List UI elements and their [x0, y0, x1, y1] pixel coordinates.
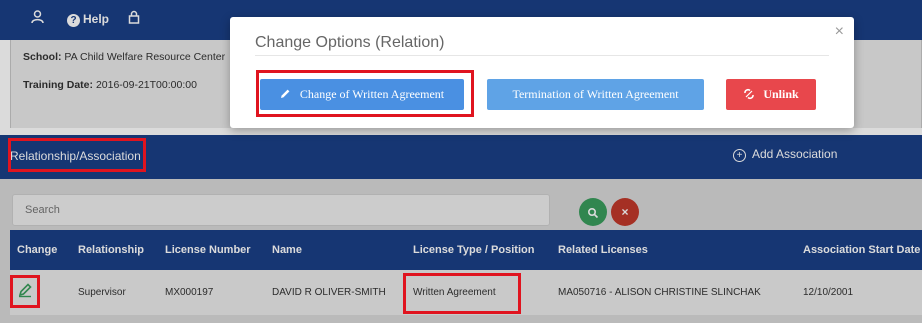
pencil-icon: [280, 89, 290, 98]
change-written-agreement-label: Change of Written Agreement: [299, 87, 445, 101]
termination-written-agreement-button[interactable]: Termination of Written Agreement: [487, 79, 704, 110]
unlink-button[interactable]: Unlink: [726, 79, 816, 110]
modal-title: Change Options (Relation): [255, 34, 445, 51]
modal-divider: [255, 55, 829, 56]
unlink-icon: [744, 88, 755, 100]
close-icon[interactable]: ×: [835, 23, 844, 41]
unlink-label: Unlink: [763, 87, 799, 101]
change-options-modal: Change Options (Relation) × Change of Wr…: [230, 17, 854, 128]
change-written-agreement-button[interactable]: Change of Written Agreement: [260, 79, 464, 110]
termination-written-agreement-label: Termination of Written Agreement: [512, 87, 679, 101]
